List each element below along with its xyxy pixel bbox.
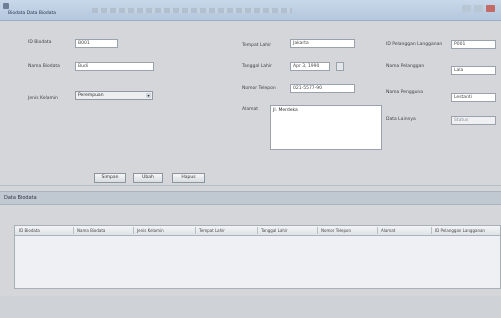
nama-pelanggan-field[interactable]: Lala bbox=[451, 66, 496, 75]
table-section-title: Data Biodata bbox=[4, 195, 37, 201]
column-divider bbox=[133, 227, 134, 234]
nama-pengguna-label: Nama Pengguna bbox=[386, 90, 424, 95]
column-header-nomor-telepon[interactable]: Nomor Telepon bbox=[321, 228, 351, 233]
column-header-jenis-kelamin[interactable]: Jenis Kelamin bbox=[137, 228, 164, 233]
column-divider bbox=[195, 227, 196, 234]
app-icon bbox=[3, 3, 9, 9]
data-lainnya-field[interactable]: Status bbox=[451, 116, 496, 125]
alamat-textarea[interactable]: Jl. Merdeka bbox=[270, 105, 382, 150]
window-title: Biodata Data Biodata bbox=[8, 11, 57, 16]
data-lainnya-label: Data Lainnya bbox=[386, 117, 416, 122]
tanggal-lahir-label: Tanggal Lahir bbox=[242, 64, 272, 69]
jenis-kelamin-select[interactable]: Perempuan ▾ bbox=[75, 91, 153, 100]
chevron-down-icon[interactable]: ▾ bbox=[146, 93, 151, 98]
column-header-id-biodata[interactable]: ID Biodata bbox=[19, 228, 40, 233]
title-bar[interactable]: Biodata Data Biodata bbox=[0, 0, 501, 21]
tempat-lahir-label: Tempat Lahir bbox=[242, 43, 272, 48]
toolbar-strip bbox=[92, 8, 292, 13]
jenis-kelamin-value: Perempuan bbox=[78, 93, 104, 98]
column-divider bbox=[317, 227, 318, 234]
column-header-alamat[interactable]: Alamat bbox=[381, 228, 395, 233]
column-divider bbox=[431, 227, 432, 234]
simpan-button[interactable]: Simpan bbox=[94, 173, 126, 183]
column-divider bbox=[257, 227, 258, 234]
nama-pelanggan-label: Nama Pelanggan bbox=[386, 64, 425, 69]
close-icon[interactable] bbox=[486, 5, 495, 12]
column-header-id-pelanggan[interactable]: ID Pelanggan Langganan bbox=[435, 228, 485, 233]
divider bbox=[0, 185, 501, 186]
id-pelanggan-field[interactable]: P001 bbox=[451, 40, 496, 49]
id-biodata-label: ID Biodata bbox=[28, 40, 52, 45]
column-divider bbox=[377, 227, 378, 234]
data-table[interactable]: ID Biodata Nama Biodata Jenis Kelamin Te… bbox=[14, 225, 501, 289]
column-header-tanggal-lahir[interactable]: Tanggal Lahir bbox=[261, 228, 288, 233]
tanggal-lahir-field[interactable]: Apr 3, 1990 bbox=[290, 62, 330, 71]
column-divider bbox=[73, 227, 74, 234]
status-bar bbox=[0, 296, 501, 318]
id-pelanggan-label: ID Pelanggan Langganan bbox=[386, 42, 443, 47]
hapus-button[interactable]: Hapus bbox=[172, 173, 205, 183]
jenis-kelamin-label: Jenis Kelamin bbox=[28, 96, 58, 101]
id-biodata-field[interactable]: B001 bbox=[75, 39, 118, 48]
date-picker-icon[interactable] bbox=[336, 62, 344, 71]
ubah-button[interactable]: Ubah bbox=[133, 173, 163, 183]
column-header-nama-biodata[interactable]: Nama Biodata bbox=[77, 228, 105, 233]
table-section-header: Data Biodata bbox=[0, 191, 501, 205]
nomor-telepon-label: Nomor Telepon bbox=[242, 86, 276, 91]
column-header-tempat-lahir[interactable]: Tempat Lahir bbox=[199, 228, 225, 233]
nomor-telepon-field[interactable]: 021-5577-90 bbox=[290, 84, 355, 93]
table-header: ID Biodata Nama Biodata Jenis Kelamin Te… bbox=[15, 226, 500, 236]
alamat-label: Alamat bbox=[242, 107, 258, 112]
tempat-lahir-field[interactable]: Jakarta bbox=[290, 39, 355, 48]
maximize-icon[interactable] bbox=[474, 5, 483, 12]
nama-biodata-field[interactable]: Budi bbox=[75, 62, 154, 71]
application-window: Biodata Data Biodata ID Biodata B001 Nam… bbox=[0, 0, 501, 318]
minimize-icon[interactable] bbox=[462, 5, 471, 12]
nama-pengguna-field[interactable]: Lestanti bbox=[451, 93, 496, 102]
nama-biodata-label: Nama Biodata bbox=[28, 64, 60, 69]
